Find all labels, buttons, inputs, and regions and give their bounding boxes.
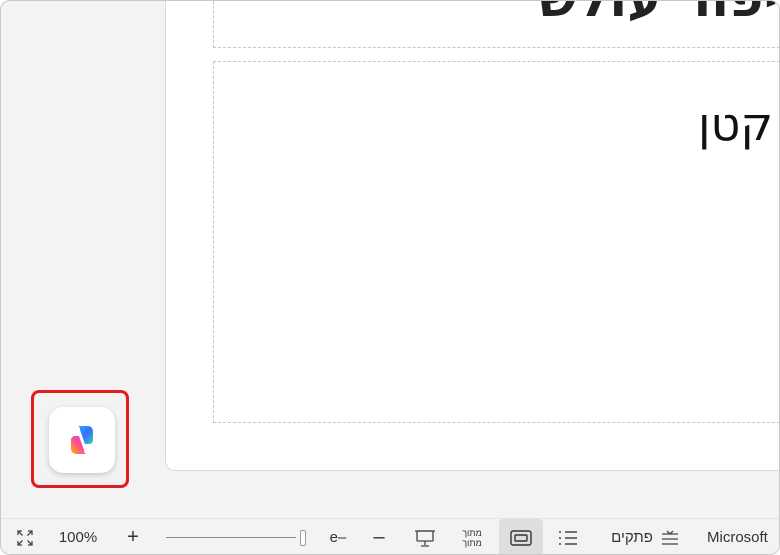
reading-view-button[interactable]: מתוך מתוך	[455, 519, 489, 554]
zoom-thumb[interactable]	[293, 519, 313, 554]
zoom-slider[interactable]	[166, 537, 296, 538]
slide-body-text: קטן	[698, 97, 773, 151]
zoom-out-button[interactable]: –	[367, 519, 391, 554]
fullscreen-button[interactable]	[11, 519, 39, 554]
title-placeholder[interactable]: סיפור עולש	[213, 1, 780, 48]
slide-title: סיפור עולש	[539, 1, 780, 29]
status-bar: 100% + e– – מתוך מתוך פתקים Microsoft	[1, 518, 779, 554]
notes-icon	[661, 530, 678, 545]
normal-view-icon	[510, 529, 532, 546]
content-placeholder[interactable]	[213, 61, 779, 423]
slider-label: e–	[329, 529, 347, 546]
normal-view-button[interactable]	[499, 519, 543, 554]
reading-view-label: מתוך	[462, 527, 482, 538]
notes-label: פתקים	[611, 529, 653, 546]
zoom-level[interactable]: 100%	[53, 519, 103, 554]
notes-button[interactable]: פתקים	[605, 519, 687, 554]
presenter-view-button[interactable]	[409, 519, 441, 554]
copilot-highlight-box	[31, 390, 129, 488]
reading-view-label-2: מתוך	[462, 537, 482, 548]
zoom-in-button[interactable]: +	[123, 519, 143, 554]
presentation-icon	[415, 529, 435, 547]
app-window: סיפור עולש קטן	[0, 0, 780, 555]
list-icon	[559, 530, 577, 545]
app-name: Microsoft	[707, 529, 768, 546]
outline-view-button[interactable]	[553, 519, 583, 554]
expand-icon	[17, 529, 33, 546]
